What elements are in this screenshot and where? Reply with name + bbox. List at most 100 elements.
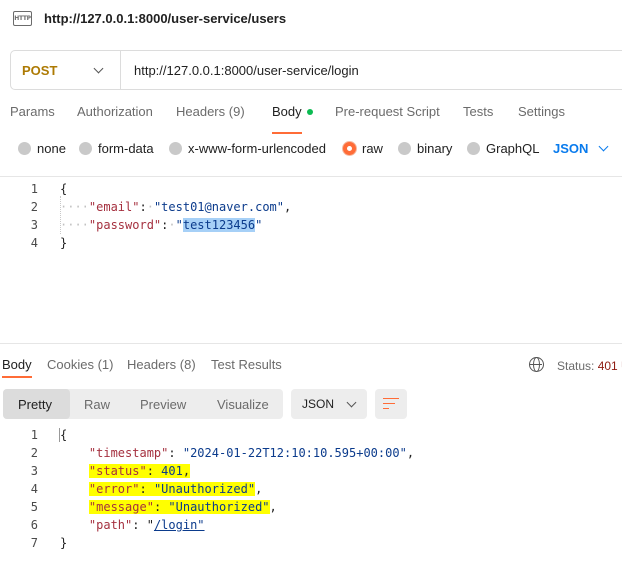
tab-label: Pre-request Script [335, 104, 440, 119]
tab-response-body[interactable]: Body [2, 357, 32, 372]
radio-label: x-www-form-urlencoded [188, 141, 326, 156]
view-raw-button[interactable]: Raw [84, 389, 110, 419]
active-tab-indicator [2, 376, 32, 378]
json-key: "error" [88, 482, 140, 496]
json-key: "password" [88, 218, 162, 232]
brace: { [60, 428, 68, 442]
code-line: "path": "/login" [88, 518, 205, 532]
brace: } [60, 536, 68, 550]
code-line: "error": "Unauthorized", [88, 482, 263, 496]
radio-icon [398, 142, 411, 155]
tab-label: Body [2, 357, 32, 372]
button-label: Visualize [217, 396, 269, 412]
json-key: "status" [88, 464, 147, 478]
line-number: 6 [30, 518, 38, 532]
tab-headers[interactable]: Headers (9) [176, 104, 245, 119]
body-format-label: JSON [553, 141, 589, 156]
status-code: 401 U [597, 359, 622, 373]
chevron-down-icon [93, 63, 104, 73]
radio-none[interactable]: none [18, 141, 66, 156]
json-key: "path" [88, 518, 133, 532]
tab-label: Headers [176, 104, 226, 119]
url-input[interactable]: http://127.0.0.1:8000/user-service/login [134, 63, 359, 78]
line-number: 2 [30, 446, 38, 460]
json-value: "2024-01-22T12:10:10.595+00:00" [182, 446, 407, 460]
method-label: POST [22, 62, 58, 78]
tab-cookies[interactable]: Cookies (1) [47, 357, 113, 372]
url-bar: POST http://127.0.0.1:8000/user-service/… [10, 50, 622, 90]
code-line: "status": 401, [88, 464, 191, 478]
code-line: } [60, 536, 67, 550]
status-label: Status: [557, 359, 595, 373]
radio-binary[interactable]: binary [398, 141, 452, 156]
response-format-select[interactable]: JSON [291, 389, 367, 419]
globe-icon[interactable] [529, 357, 544, 372]
chevron-down-icon [346, 397, 357, 407]
tab-label: Test Results [211, 357, 282, 372]
tab-settings[interactable]: Settings [518, 104, 565, 119]
code-line: } [60, 236, 67, 250]
json-value: "Unauthorized" [153, 482, 256, 496]
code-line: "message": "Unauthorized", [88, 500, 277, 514]
request-title[interactable]: http://127.0.0.1:8000/user-service/users [44, 11, 286, 26]
json-key: "timestamp" [88, 446, 169, 460]
active-tab-indicator [272, 132, 302, 134]
body-type-options: none form-data x-www-form-urlencoded raw… [0, 141, 622, 159]
tab-count: (9) [228, 104, 245, 119]
json-quote: " [175, 218, 183, 232]
tab-body[interactable]: Body [272, 104, 313, 119]
request-title-bar: HTTP http://127.0.0.1:8000/user-service/… [0, 0, 622, 36]
radio-selected-icon [343, 142, 356, 155]
line-number: 1 [30, 182, 38, 196]
code-line: { [60, 428, 67, 442]
radio-graphql[interactable]: GraphQL [467, 141, 539, 156]
http-icon: HTTP [13, 10, 32, 26]
format-label: JSON [302, 397, 335, 411]
tab-label: Cookies [47, 357, 94, 372]
line-number: 2 [30, 200, 38, 214]
view-pretty-button[interactable]: Pretty [3, 389, 70, 419]
tab-test-results[interactable]: Test Results [211, 357, 282, 372]
line-number: 3 [30, 218, 38, 232]
code-line: ····"password":·"test123456" [60, 218, 263, 232]
body-format-select[interactable]: JSON [553, 141, 609, 156]
tab-label: Settings [518, 104, 565, 119]
response-status[interactable]: Status: 401 U [557, 359, 622, 373]
view-visualize-button[interactable]: Visualize [217, 389, 269, 419]
chevron-down-icon [598, 141, 609, 152]
tab-label: Headers [127, 357, 177, 372]
tab-pre-request-script[interactable]: Pre-request Script [335, 104, 440, 119]
button-label: Raw [84, 396, 111, 412]
method-select[interactable]: POST [11, 51, 121, 89]
tab-params[interactable]: Params [10, 104, 55, 119]
tab-authorization[interactable]: Authorization [77, 104, 153, 119]
tab-tests[interactable]: Tests [463, 104, 493, 119]
tab-count: (1) [97, 357, 114, 372]
wrap-lines-icon [383, 397, 399, 411]
tab-count: (8) [179, 357, 196, 372]
radio-form-data[interactable]: form-data [79, 141, 154, 156]
view-preview-button[interactable]: Preview [140, 389, 186, 419]
code-line: ····"email":·"test01@naver.com", [60, 200, 292, 214]
tab-label: Params [10, 104, 55, 119]
json-link-value[interactable]: /login" [154, 518, 205, 532]
line-number: 4 [30, 482, 38, 496]
radio-label: none [37, 141, 66, 156]
radio-x-www-form-urlencoded[interactable]: x-www-form-urlencoded [169, 141, 326, 156]
line-number: 5 [30, 500, 38, 514]
tab-response-headers[interactable]: Headers (8) [127, 357, 196, 372]
json-quote: " [255, 218, 263, 232]
button-label: Preview [140, 396, 187, 412]
radio-icon [18, 142, 31, 155]
json-key: "email" [88, 200, 140, 214]
radio-raw[interactable]: raw [343, 141, 383, 156]
code-line: "timestamp": "2024-01-22T12:10:10.595+00… [88, 446, 415, 460]
radio-label: form-data [98, 141, 154, 156]
json-key: "message" [88, 500, 154, 514]
line-number: 3 [30, 464, 38, 478]
wrap-lines-button[interactable] [375, 389, 407, 419]
radio-label: raw [362, 141, 383, 156]
selected-text: test123456 [182, 218, 256, 232]
radio-icon [169, 142, 182, 155]
line-number: 7 [30, 536, 38, 550]
